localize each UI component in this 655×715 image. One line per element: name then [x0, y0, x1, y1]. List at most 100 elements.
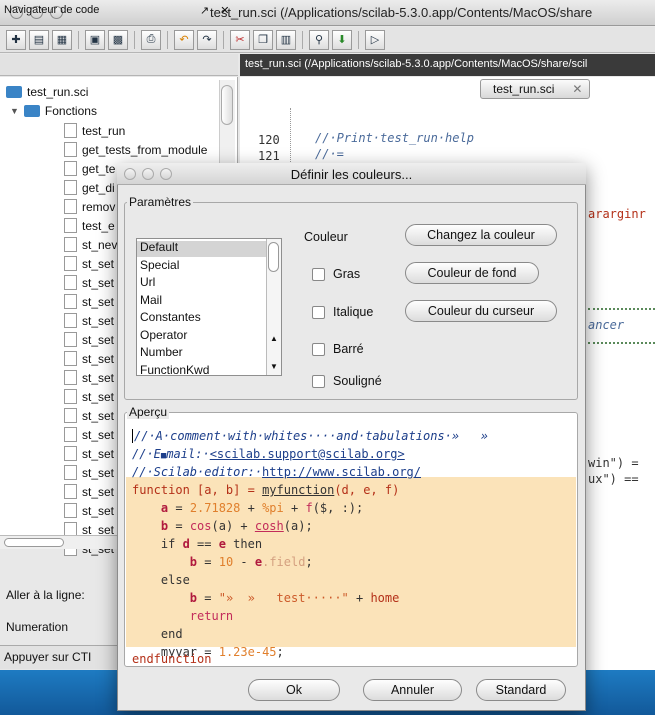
code-rule — [588, 342, 655, 344]
print-icon[interactable]: ⎙ — [141, 29, 161, 50]
preview-line: //·Scilab·editor:·http://www.scilab.org/ — [132, 465, 421, 479]
ok-button[interactable]: Ok — [248, 679, 340, 701]
file-tab[interactable]: test_run.sci ✕ — [480, 79, 590, 99]
file-icon — [64, 313, 77, 328]
close-tab-icon[interactable]: ✕ — [572, 82, 582, 96]
cursor-color-button[interactable]: Couleur du curseur — [405, 300, 557, 322]
tree-item[interactable]: st_set — [64, 370, 114, 385]
file-icon — [64, 161, 77, 176]
undo-icon[interactable]: ↶ — [174, 29, 194, 50]
folder-icon — [6, 86, 22, 98]
style-list-item[interactable]: Constantes — [140, 310, 201, 324]
editor-path-tab[interactable]: test_run.sci (/Applications/scilab-5.3.0… — [245, 58, 587, 70]
file-icon — [64, 180, 77, 195]
file-icon — [64, 446, 77, 461]
tree-item[interactable]: st_set — [64, 389, 114, 404]
tree-item[interactable]: st_set — [64, 484, 114, 499]
run-icon[interactable]: ▷ — [365, 29, 385, 50]
redo-icon[interactable]: ↷ — [197, 29, 217, 50]
tree-item[interactable]: get_tests_from_module — [64, 142, 207, 157]
tree-item[interactable]: st_set — [64, 408, 114, 423]
navigator-header — [0, 54, 238, 76]
scroll-thumb[interactable] — [268, 242, 279, 272]
standard-button[interactable]: Standard — [476, 679, 566, 701]
tree-item[interactable]: st_set — [64, 256, 114, 271]
style-list-item[interactable]: Default — [140, 240, 178, 254]
open-folder-icon[interactable]: ▤ — [29, 29, 49, 50]
file-icon — [64, 389, 77, 404]
tree-item[interactable]: get_di — [64, 180, 115, 195]
preview-line: endfunction — [132, 652, 212, 666]
code-fragment: win") = — [588, 456, 639, 470]
preview-line: b = cos(a) + cosh(a); — [132, 519, 313, 533]
tree-item[interactable]: st_set — [64, 332, 114, 347]
parameters-legend: Paramètres — [129, 195, 192, 209]
toolbar: ✚ ▤ ▦ ▣ ▩ ⎙ ↶ ↷ ✂ ❐ ▥ ⚲ ⬇ ▷ — [0, 27, 655, 53]
tree-root[interactable]: test_run.sci — [6, 85, 88, 99]
change-color-button[interactable]: Changez la couleur — [405, 224, 557, 246]
scroll-thumb[interactable] — [4, 538, 64, 547]
preview-line: function [a, b] = myfunction(d, e, f) — [132, 483, 400, 497]
italic-checkbox[interactable] — [312, 306, 325, 319]
scroll-down-icon[interactable]: ▼ — [270, 362, 278, 371]
execute-icon[interactable]: ⬇ — [332, 29, 352, 50]
strikethrough-label: Barré — [333, 342, 364, 356]
style-list-item[interactable]: Number — [140, 345, 183, 359]
tree-item[interactable]: st_set — [64, 465, 114, 480]
goto-line-label: Aller à la ligne: — [6, 588, 85, 602]
cancel-button[interactable]: Annuler — [363, 679, 462, 701]
tree-item[interactable]: st_set — [64, 503, 114, 518]
tree-item[interactable]: st_set — [64, 313, 114, 328]
tree-item[interactable]: st_set — [64, 294, 114, 309]
new-file-icon[interactable]: ✚ — [6, 29, 26, 50]
tree-item[interactable]: test_e — [64, 218, 115, 233]
file-icon — [64, 275, 77, 290]
expand-triangle-icon[interactable]: ▼ — [10, 106, 19, 116]
paste-icon[interactable]: ▥ — [276, 29, 296, 50]
open-recent-icon[interactable]: ▦ — [52, 29, 72, 50]
file-icon — [64, 332, 77, 347]
file-icon — [64, 351, 77, 366]
save-as-icon[interactable]: ▩ — [108, 29, 128, 50]
style-list-item[interactable]: FunctionKwd — [140, 363, 209, 377]
preview-line: //·E■mail:·<scilab.support@scilab.org> — [132, 447, 405, 461]
cut-icon[interactable]: ✂ — [230, 29, 250, 50]
code-line: //·= — [315, 147, 344, 161]
preview-code: //·A·comment·with·whites····and·tabulati… — [126, 424, 576, 666]
file-icon — [64, 218, 77, 233]
navigator-controls[interactable]: ↗ ✕ — [200, 4, 234, 17]
save-icon[interactable]: ▣ — [85, 29, 105, 50]
tree-item[interactable]: st_set — [64, 275, 114, 290]
tree-item[interactable]: remov — [64, 199, 115, 214]
tree-item[interactable]: st_set — [64, 351, 114, 366]
file-icon — [64, 123, 77, 138]
file-icon — [64, 256, 77, 271]
scroll-thumb[interactable] — [221, 85, 233, 125]
code-rule — [588, 308, 655, 310]
style-list-item[interactable]: Url — [140, 275, 155, 289]
preview-line: end — [132, 627, 183, 641]
tree-item[interactable]: test_run — [64, 123, 125, 138]
code-fragment: ux") == — [588, 472, 639, 486]
scroll-up-icon[interactable]: ▲ — [270, 334, 278, 343]
style-list-item[interactable]: Special — [140, 258, 179, 272]
tree-item[interactable]: st_nev — [64, 237, 117, 252]
strikethrough-checkbox[interactable] — [312, 343, 325, 356]
style-list-item[interactable]: Operator — [140, 328, 187, 342]
tree-folder-fonctions[interactable]: ▼ Fonctions — [10, 104, 97, 118]
bold-checkbox[interactable] — [312, 268, 325, 281]
code-fragment: ararginr — [588, 207, 646, 221]
numeration-label: Numeration — [6, 620, 69, 634]
style-list-item[interactable]: Mail — [140, 293, 162, 307]
copy-icon[interactable]: ❐ — [253, 29, 273, 50]
preview-line: a = 2.71828 + %pi + f($, :); — [132, 501, 364, 515]
file-icon — [64, 427, 77, 442]
file-icon — [64, 465, 77, 480]
status-text: Appuyer sur CTI — [4, 650, 92, 664]
underline-checkbox[interactable] — [312, 375, 325, 388]
background-color-button[interactable]: Couleur de fond — [405, 262, 539, 284]
tree-item[interactable]: st_set — [64, 427, 114, 442]
tree-item[interactable]: get_te — [64, 161, 115, 176]
tree-item[interactable]: st_set — [64, 446, 114, 461]
find-icon[interactable]: ⚲ — [309, 29, 329, 50]
